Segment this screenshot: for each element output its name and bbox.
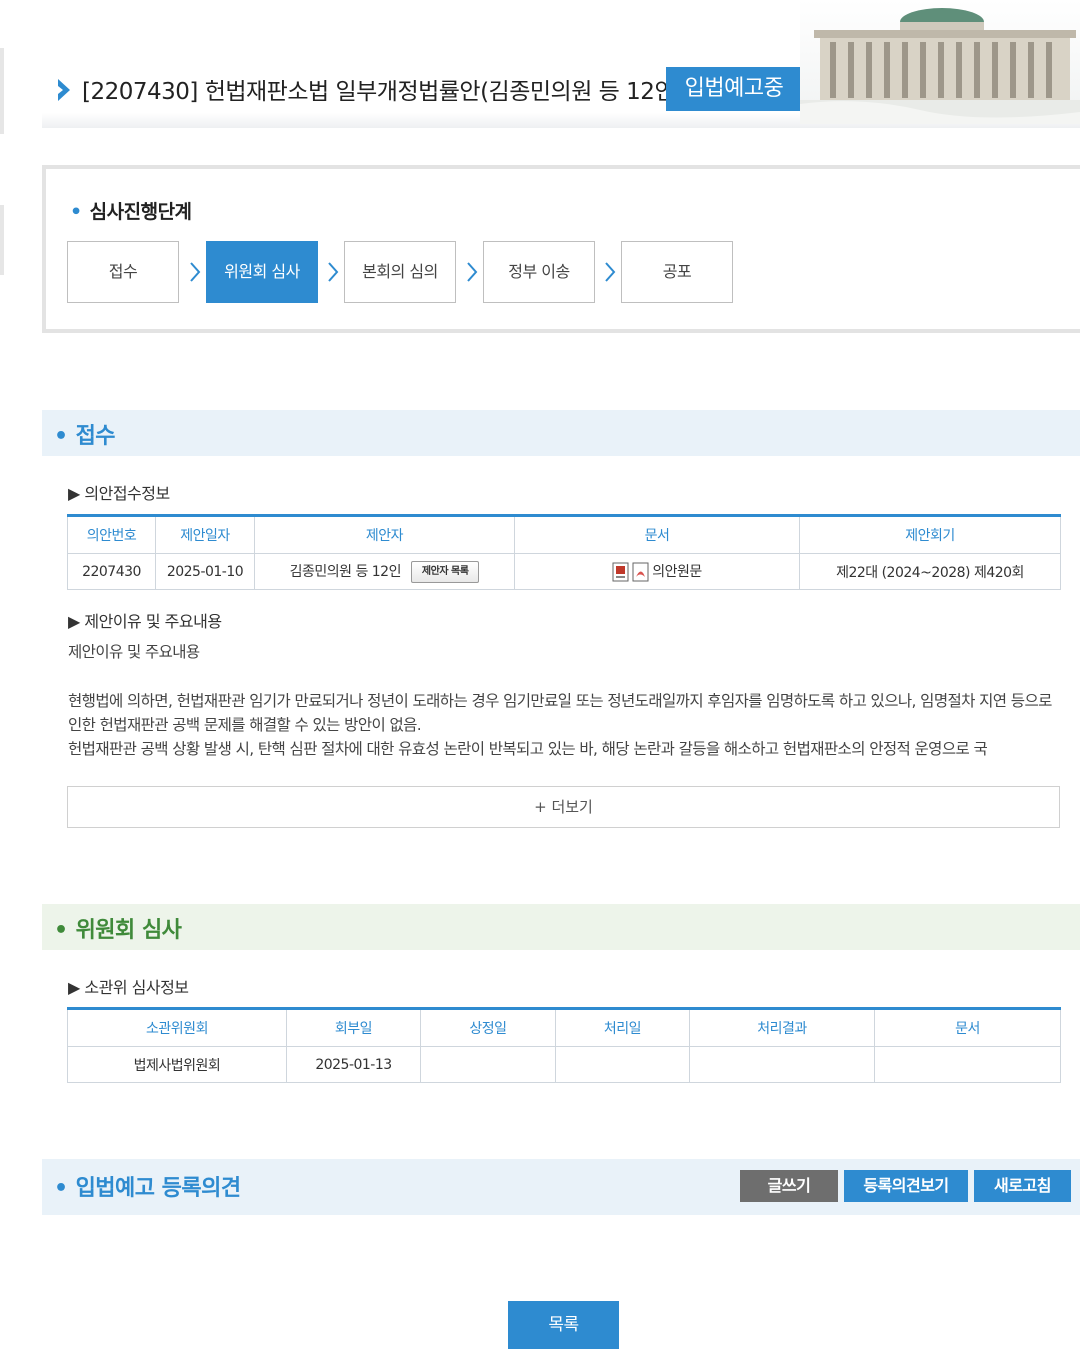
proposal-session-cell: 제22대 (2024~2028) 제420회 bbox=[799, 553, 1061, 590]
chevron-right-icon bbox=[328, 262, 339, 282]
progress-title: • 심사진행단계 bbox=[70, 201, 192, 223]
processing-date-cell bbox=[555, 1046, 690, 1083]
committee-review-table: 소관위원회 회부일 상정일 처리일 처리결과 문서 법제사법위원회 2025-0… bbox=[67, 1007, 1061, 1083]
bill-receipt-table: 의안번호 제안일자 제안자 문서 제안회기 2207430 2025-01-10… bbox=[67, 514, 1061, 590]
bill-receipt-info-subtitle: ▶ 의안접수정보 bbox=[68, 484, 170, 503]
document-link[interactable]: 의안원문 bbox=[652, 564, 702, 580]
committee-section-header: • 위원회 심사 bbox=[42, 904, 1080, 950]
list-button[interactable]: 목록 bbox=[508, 1301, 619, 1349]
column-header: 문서 bbox=[514, 514, 800, 554]
column-header: 의안번호 bbox=[67, 514, 156, 554]
proposer-cell: 김종민의원 등 12인 제안자 목록 bbox=[254, 553, 515, 590]
committee-document-cell bbox=[874, 1046, 1061, 1083]
column-header: 제안회기 bbox=[799, 514, 1061, 554]
chevron-right-icon bbox=[605, 262, 616, 282]
column-header: 제안자 bbox=[254, 514, 515, 554]
chevron-right-icon bbox=[190, 262, 201, 282]
column-header: 처리일 bbox=[555, 1007, 690, 1047]
proposer-text: 김종민의원 등 12인 bbox=[289, 563, 402, 580]
step-committee-review[interactable]: 위원회 심사 bbox=[206, 241, 318, 303]
show-more-button[interactable]: + 더보기 bbox=[67, 786, 1060, 828]
chevron-right-icon bbox=[467, 262, 478, 282]
bill-title: [2207430] 헌법재판소법 일부개정법률안(김종민의원 등 12인) bbox=[82, 79, 684, 105]
refresh-button[interactable]: 새로고침 bbox=[974, 1170, 1071, 1202]
column-header: 제안일자 bbox=[155, 514, 255, 554]
column-header: 문서 bbox=[874, 1007, 1061, 1047]
column-header: 소관위원회 bbox=[67, 1007, 287, 1047]
document-cell: 의안원문 bbox=[514, 553, 800, 590]
step-receipt[interactable]: 접수 bbox=[67, 241, 179, 303]
step-promulgation[interactable]: 공포 bbox=[621, 241, 733, 303]
processing-result-cell bbox=[689, 1046, 875, 1083]
committee-section-title-text: 위원회 심사 bbox=[75, 918, 182, 943]
bill-number-cell: 2207430 bbox=[67, 553, 156, 590]
step-plenary-session[interactable]: 본회의 심의 bbox=[344, 241, 456, 303]
left-edge-rule bbox=[0, 0, 4, 1372]
referral-date-cell: 2025-01-13 bbox=[286, 1046, 421, 1083]
hwp-file-icon[interactable] bbox=[612, 562, 630, 582]
proposal-reason-heading: 제안이유 및 주요내용 bbox=[68, 643, 200, 661]
table-row: 2207430 2025-01-10 김종민의원 등 12인 제안자 목록 의안… bbox=[67, 553, 1061, 590]
table-header-row: 소관위원회 회부일 상정일 처리일 처리결과 문서 bbox=[67, 1007, 1061, 1047]
column-header: 상정일 bbox=[420, 1007, 556, 1047]
opinion-section-title: • 입법예고 등록의견 bbox=[54, 1176, 242, 1201]
committee-review-info-subtitle: ▶ 소관위 심사정보 bbox=[68, 978, 189, 997]
receipt-section-header: • 접수 bbox=[42, 410, 1080, 456]
national-assembly-building-image bbox=[800, 0, 1080, 124]
step-government-transfer[interactable]: 정부 이송 bbox=[483, 241, 595, 303]
proposal-reason-paragraph-1: 현행법에 의하면, 헌법재판관 임기가 만료되거나 정년이 도래하는 경우 임기… bbox=[68, 692, 1052, 734]
committee-cell: 법제사법위원회 bbox=[67, 1046, 287, 1083]
chevron-right-icon bbox=[58, 79, 70, 101]
column-header: 처리결과 bbox=[689, 1007, 875, 1047]
progress-stages-panel: • 심사진행단계 접수 위원회 심사 본회의 심의 정부 이송 공포 bbox=[42, 165, 1080, 333]
presentation-date-cell bbox=[420, 1046, 556, 1083]
receipt-section-title-text: 접수 bbox=[75, 424, 116, 449]
committee-section-title: • 위원회 심사 bbox=[54, 918, 182, 943]
proposal-reason-subtitle: ▶ 제안이유 및 주요내용 bbox=[68, 612, 222, 631]
proposal-date-cell: 2025-01-10 bbox=[155, 553, 255, 590]
receipt-section-title: • 접수 bbox=[54, 424, 116, 449]
status-badge: 입법예고중 bbox=[666, 67, 802, 111]
proposal-reason-paragraph-2: 헌법재판관 공백 상황 발생 시, 탄핵 심판 절차에 대한 유효성 논란이 반… bbox=[68, 740, 988, 758]
column-header: 회부일 bbox=[286, 1007, 421, 1047]
write-button[interactable]: 글쓰기 bbox=[740, 1170, 838, 1202]
view-opinions-button[interactable]: 등록의견보기 bbox=[844, 1170, 968, 1202]
proposer-list-button[interactable]: 제안자 목록 bbox=[410, 560, 480, 583]
table-header-row: 의안번호 제안일자 제안자 문서 제안회기 bbox=[67, 514, 1061, 554]
table-row: 법제사법위원회 2025-01-13 bbox=[67, 1046, 1061, 1083]
opinion-section-title-text: 입법예고 등록의견 bbox=[75, 1176, 242, 1201]
progress-title-text: 심사진행단계 bbox=[89, 201, 192, 223]
pdf-file-icon[interactable] bbox=[632, 562, 650, 582]
